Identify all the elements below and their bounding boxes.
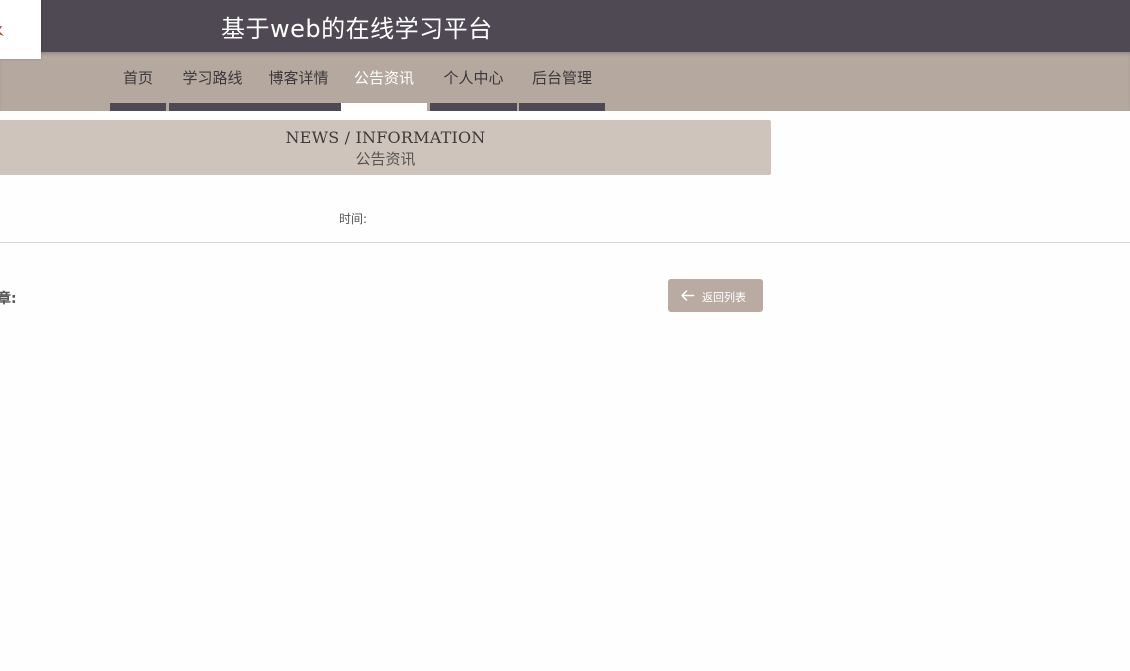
back-to-list-label: 返回列表: [702, 291, 746, 304]
nav-underline: [110, 103, 166, 111]
page: 基于web的在线学习平台 首页 学习路线 博客详情 公告资讯 个人中心 后台管理…: [0, 0, 1130, 671]
nav-item-label: 首页: [122, 69, 153, 87]
nav-item-admin[interactable]: 后台管理: [519, 52, 605, 111]
nav-item-learning-path[interactable]: 学习路线: [169, 52, 256, 111]
site-logo[interactable]: [0, 0, 41, 59]
nav-item-label: 博客详情: [268, 69, 329, 87]
divider: [0, 242, 1130, 243]
arrow-left-icon: [681, 290, 695, 301]
article-content-label: 章:: [0, 291, 17, 307]
nav-item-home[interactable]: 首页: [110, 52, 166, 111]
section-heading: NEWS / INFORMATION 公告资讯: [0, 120, 771, 175]
top-header: 基于web的在线学习平台: [0, 0, 1130, 52]
nav-item-label: 公告资讯: [353, 69, 414, 87]
main-nav: 首页 学习路线 博客详情 公告资讯 个人中心 后台管理: [0, 52, 1130, 111]
nav-underline-active: [341, 103, 427, 111]
nav-item-label: 学习路线: [182, 69, 243, 87]
nav-item-label: 后台管理: [531, 69, 592, 87]
nav-item-label: 个人中心: [443, 69, 504, 87]
logo-icon: [0, 26, 4, 36]
section-title-en: NEWS / INFORMATION: [285, 128, 486, 147]
site-title: 基于web的在线学习平台: [221, 15, 493, 43]
section-title-cn: 公告资讯: [355, 150, 416, 168]
article-time: 时间:: [339, 212, 368, 226]
nav-item-news[interactable]: 公告资讯: [341, 52, 427, 111]
nav-underline: [519, 103, 605, 111]
nav-underline: [256, 103, 341, 111]
nav-underline: [430, 103, 517, 111]
nav-underline: [169, 103, 256, 111]
nav-item-blog[interactable]: 博客详情: [256, 52, 341, 111]
back-to-list-button[interactable]: 返回列表: [668, 279, 763, 312]
nav-item-profile[interactable]: 个人中心: [430, 52, 517, 111]
